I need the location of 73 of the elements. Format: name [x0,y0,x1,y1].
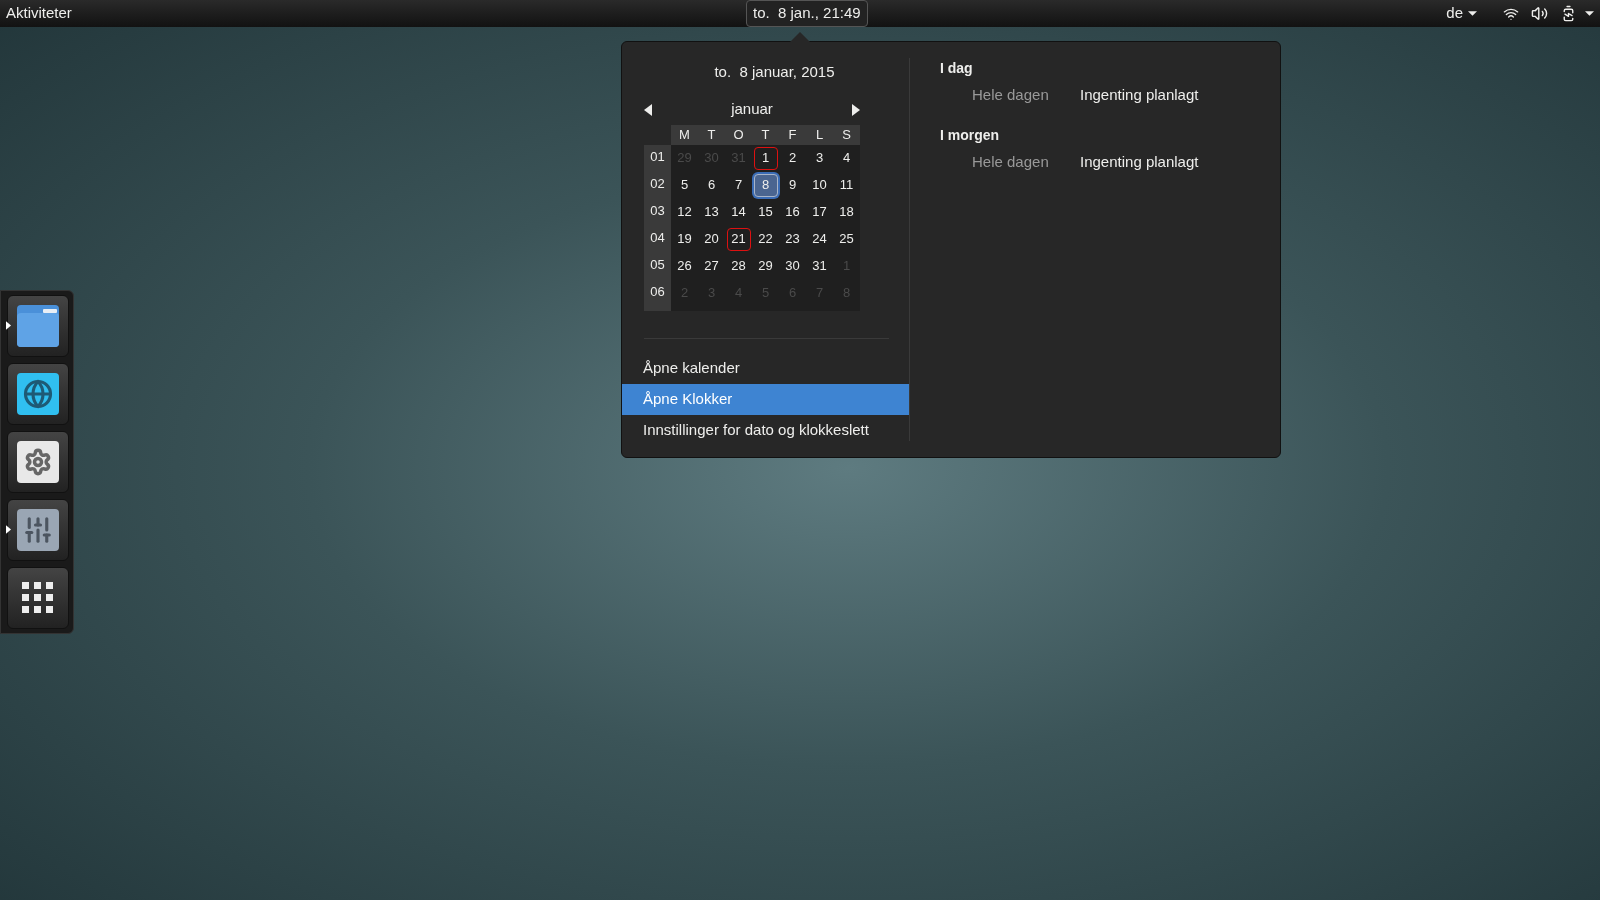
activities-button[interactable]: Aktiviteter [6,2,746,25]
day-button[interactable]: 4 [834,146,859,170]
day-button[interactable]: 2 [780,146,805,170]
day-button[interactable]: 9 [780,173,805,197]
weekday-label: T [760,125,771,144]
menu-item[interactable]: Åpne kalender [622,352,909,384]
previous-month-icon [644,103,652,116]
weekday-label: T [706,125,717,144]
day-button[interactable]: 25 [834,227,859,251]
week-number: 01 [649,147,666,166]
day-button[interactable]: 13 [699,200,724,224]
week-number: 02 [649,174,666,193]
week-number: 04 [649,228,666,247]
event-section-heading: I morgen [940,125,1001,145]
event-summary: Ingenting planlagt [1080,85,1199,105]
day-button[interactable]: 1 [753,146,778,170]
dock-launcher-button[interactable] [7,567,69,629]
globe-icon [17,373,59,415]
day-button[interactable]: 19 [672,227,697,251]
weekday-label: F [787,125,798,144]
weekday-label: M [678,125,691,144]
day-button[interactable]: 30 [780,254,805,278]
keyboard-layout-button[interactable]: de [1446,2,1477,25]
day-button[interactable]: 16 [780,200,805,224]
day-button[interactable]: 8 [753,173,778,197]
month-label: januar [731,99,773,120]
day-button[interactable]: 26 [672,254,697,278]
day-button[interactable]: 6 [699,173,724,197]
dock-launcher-button[interactable] [7,363,69,425]
clock-button[interactable]: to. 8 jan., 21:49 [746,0,868,27]
day-button[interactable]: 23 [780,227,805,251]
date-title: to. 8 januar, 2015 [714,62,835,82]
weekday-label: O [732,125,745,144]
caret-icon [1585,11,1594,16]
folder-icon [17,305,59,347]
next-month-icon [852,103,860,116]
day-button[interactable]: 29 [753,254,778,278]
day-button[interactable]: 3 [807,146,832,170]
dock-launcher-button[interactable] [7,431,69,493]
day-button[interactable]: 28 [726,254,751,278]
caret-icon [1468,11,1477,16]
week-number: 06 [649,282,666,301]
day-button[interactable]: 27 [699,254,724,278]
day-button[interactable]: 24 [807,227,832,251]
volume-icon[interactable] [1531,5,1548,22]
event-time: Hele dagen [972,85,1050,105]
week-number: 05 [649,255,666,274]
event-time: Hele dagen [972,151,1050,172]
weekday-label: S [841,125,852,144]
dock-launcher-button[interactable] [7,499,69,561]
day-button[interactable]: 17 [807,200,832,224]
day-button[interactable]: 10 [807,173,832,197]
sliders-icon [17,509,59,551]
app-grid-icon [22,582,54,614]
day-button[interactable]: 20 [699,227,724,251]
day-button[interactable]: 7 [726,173,751,197]
menu-item[interactable]: Åpne Klokker [622,383,909,415]
day-button[interactable]: 15 [753,200,778,224]
day-button[interactable]: 21 [726,227,751,251]
dock-launcher-button[interactable] [7,295,69,357]
day-button[interactable]: 12 [672,200,697,224]
event-summary: Ingenting planlagt [1080,151,1199,172]
event-section-heading: I dag [940,59,974,78]
week-number: 03 [649,201,666,220]
day-button[interactable]: 11 [834,173,859,197]
day-button[interactable]: 14 [726,200,751,224]
day-button[interactable]: 5 [672,173,697,197]
day-button[interactable]: 31 [807,254,832,278]
menu-item[interactable]: Innstillinger for dato og klokkeslett [622,414,909,446]
day-button[interactable]: 22 [753,227,778,251]
settings-icon [17,441,59,483]
day-button[interactable]: 18 [834,200,859,224]
weekday-label: L [814,125,825,144]
